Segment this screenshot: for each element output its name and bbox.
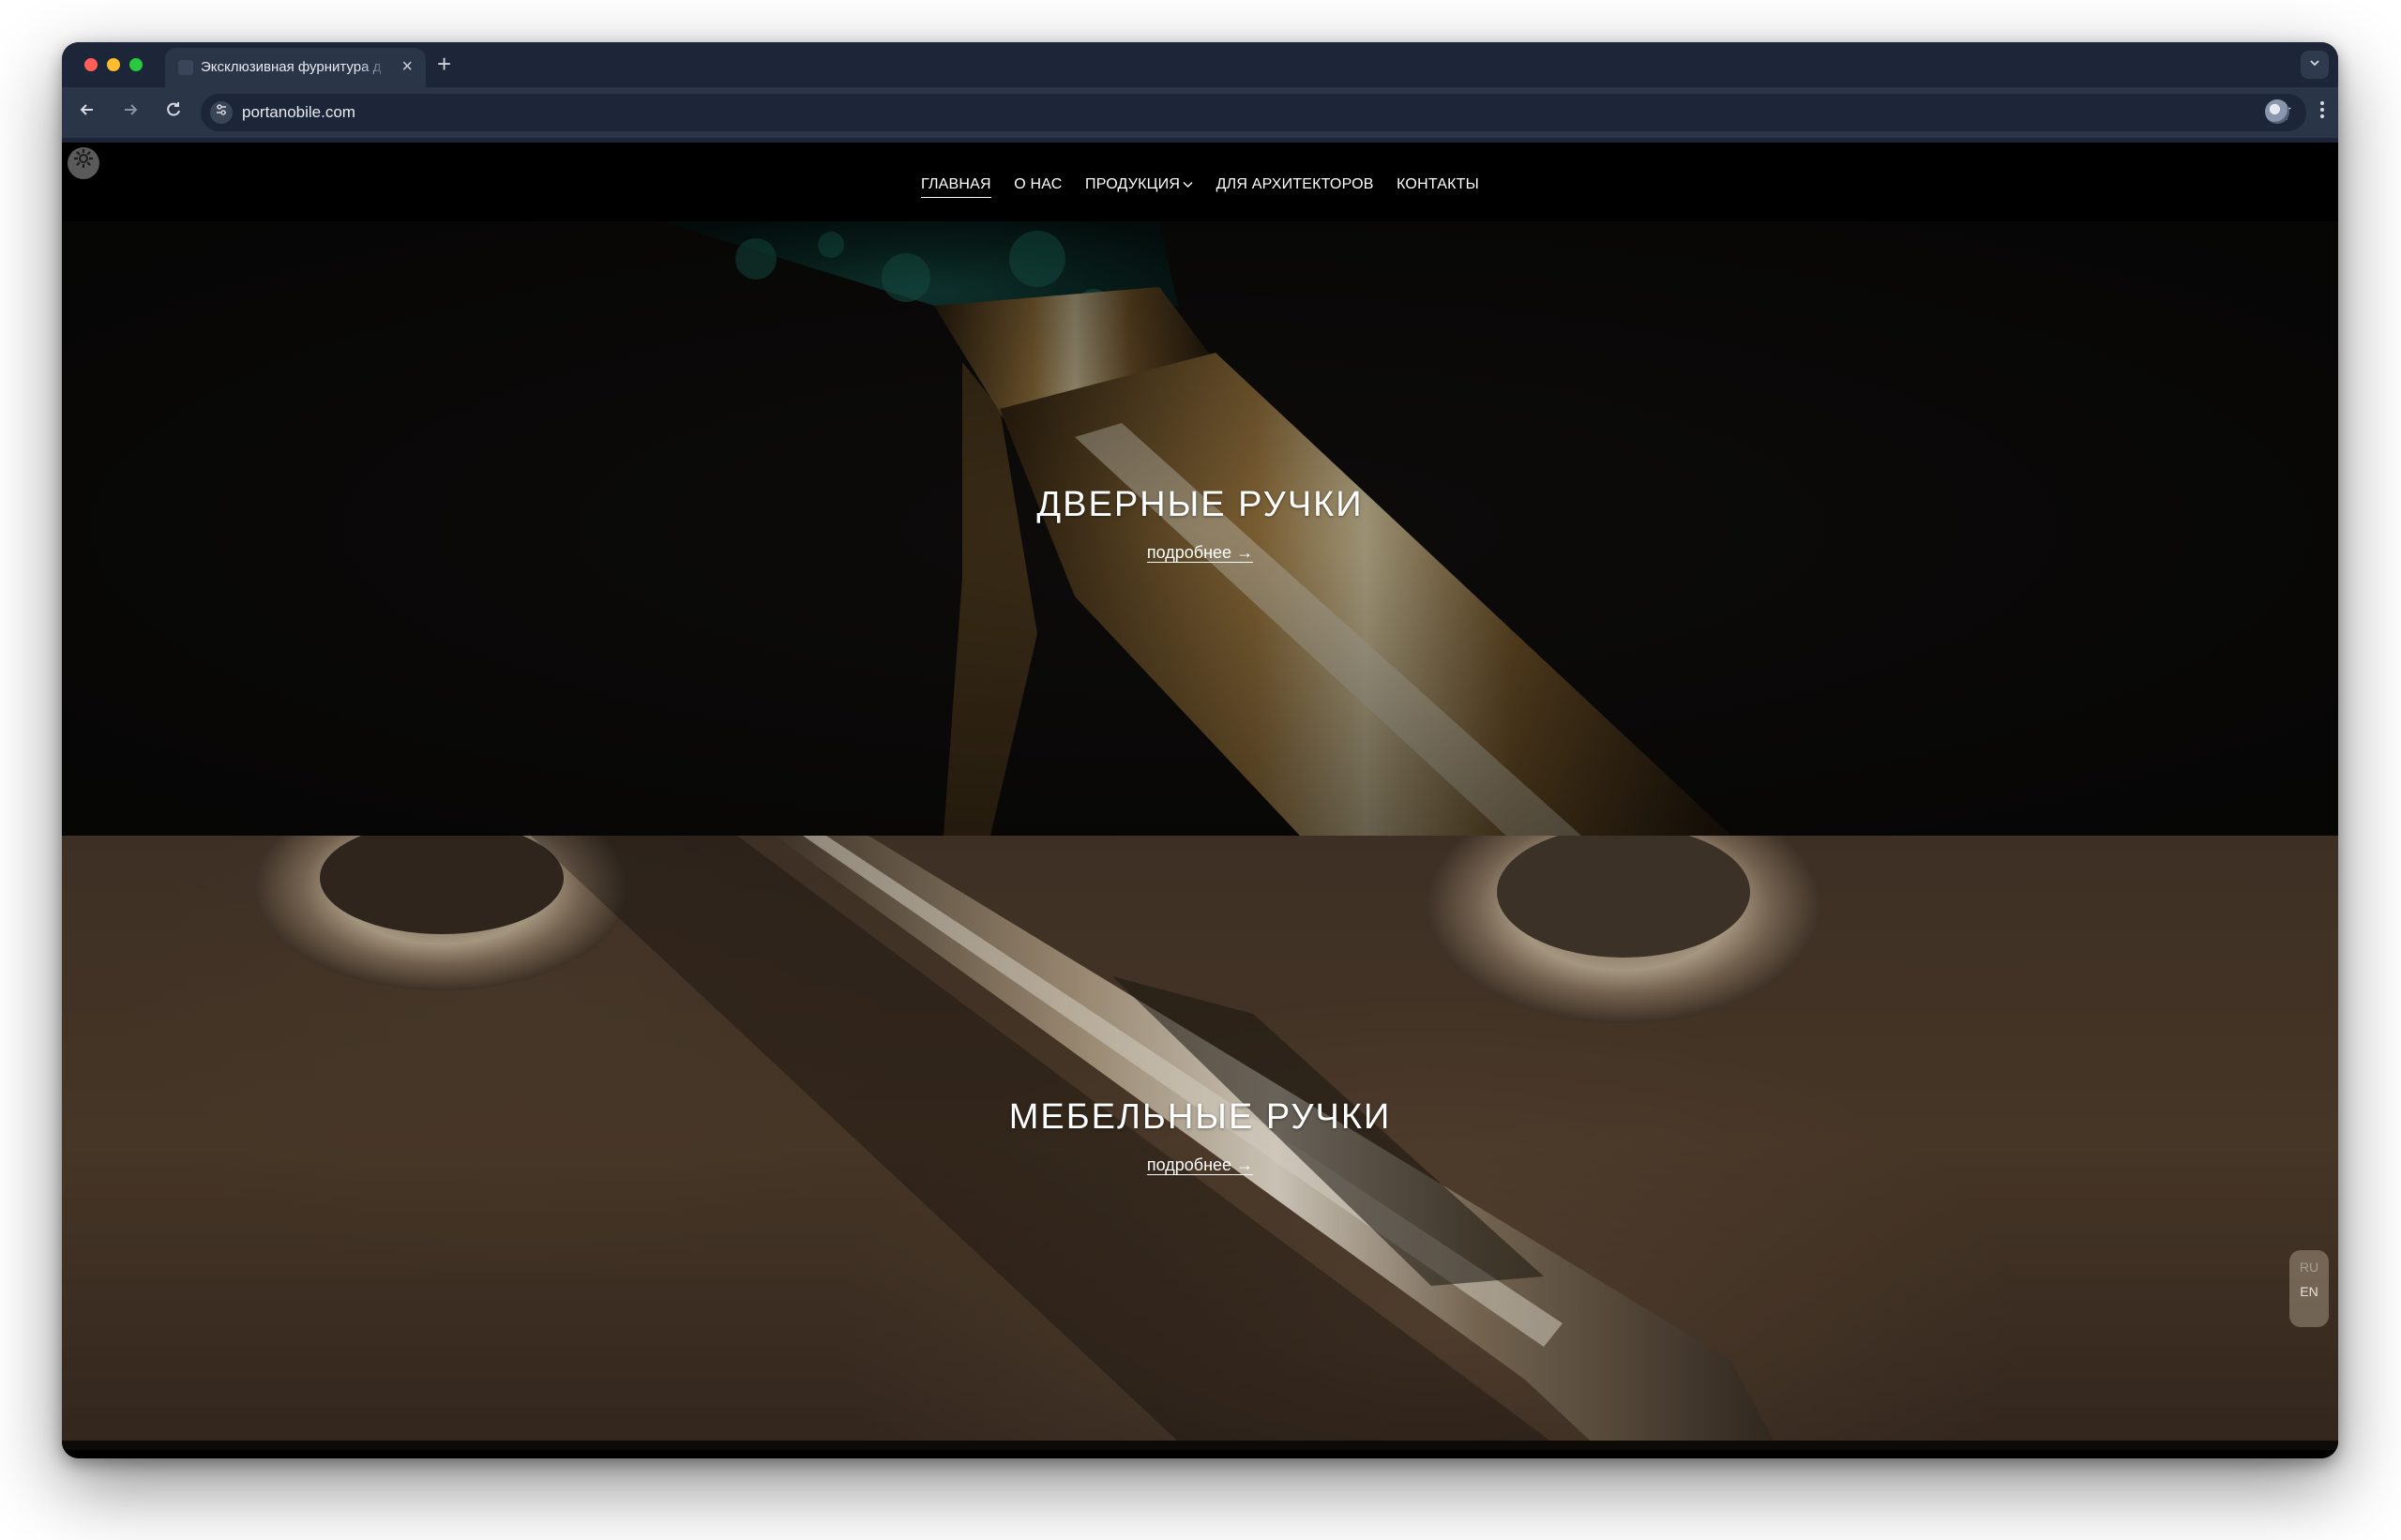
more-link-label[interactable]: подробнее → [1147, 543, 1253, 562]
language-switcher[interactable]: RU EN [2289, 1250, 2329, 1327]
chevron-down-icon [2310, 60, 2319, 67]
nav-item-home[interactable]: ГЛАВНАЯ [920, 176, 991, 198]
chevron-down-icon [1183, 178, 1193, 191]
web-page: ГЛАВНАЯ О НАС ПРОДУКЦИЯ ДЛЯ АРХИТЕКТОРОВ… [62, 143, 2338, 1458]
tab-strip: Эксклюзивная фурнитура д × + [62, 42, 2338, 87]
section-bottom-edge [62, 1441, 2338, 1450]
tune-icon[interactable] [210, 101, 233, 124]
furniture-handles-section[interactable]: МЕБЕЛЬНЫЕ РУЧКИ подробнее → [62, 836, 2338, 1450]
more-link[interactable]: подробнее → [62, 1155, 2338, 1175]
furniture-handle-image [62, 836, 2338, 1450]
nav-item-architects[interactable]: ДЛЯ АРХИТЕКТОРОВ [1216, 176, 1374, 197]
reload-icon [167, 102, 180, 116]
address-bar[interactable]: portanobile.com [201, 94, 2306, 131]
nav-item-products-label: ПРОДУКЦИЯ [1085, 176, 1181, 192]
profile-avatar[interactable] [2265, 99, 2289, 124]
site-header: ГЛАВНАЯ О НАС ПРОДУКЦИЯ ДЛЯ АРХИТЕКТОРОВ… [62, 143, 2338, 221]
door-handles-section[interactable]: ДВЕРНЫЕ РУЧКИ подробнее → [62, 221, 2338, 836]
url-text[interactable]: portanobile.com [242, 103, 355, 122]
tab-search-button[interactable] [2301, 51, 2329, 79]
new-tab-button[interactable]: + [437, 50, 451, 78]
section-title: ДВЕРНЫЕ РУЧКИ [1036, 485, 1364, 524]
arrow-right-icon [125, 104, 138, 115]
browser-tab[interactable]: Эксклюзивная фурнитура д × [165, 48, 426, 87]
close-window-button[interactable] [84, 58, 98, 71]
gear-icon[interactable] [68, 147, 99, 179]
lang-option-en[interactable]: EN [2289, 1284, 2329, 1299]
minimize-window-button[interactable] [107, 58, 120, 71]
main-nav: ГЛАВНАЯ О НАС ПРОДУКЦИЯ ДЛЯ АРХИТЕКТОРОВ… [62, 176, 2338, 198]
browser-window: Эксклюзивная фурнитура д × + portanobile… [62, 42, 2338, 1458]
arrow-left-icon [80, 104, 93, 115]
nav-item-about[interactable]: О НАС [1014, 176, 1062, 197]
door-handle-image [62, 221, 2338, 836]
maximize-window-button[interactable] [129, 58, 143, 71]
section-title: МЕБЕЛЬНЫЕ РУЧКИ [1008, 1097, 1392, 1137]
browser-toolbar: portanobile.com [62, 87, 2338, 138]
nav-item-contacts[interactable]: КОНТАКТЫ [1397, 176, 1479, 197]
forward-button[interactable] [116, 98, 144, 127]
nav-item-products[interactable]: ПРОДУКЦИЯ [1085, 176, 1193, 197]
favicon-icon [178, 60, 193, 75]
tab-title: Эксклюзивная фурнитура д [201, 59, 382, 75]
kebab-icon[interactable] [2319, 99, 2325, 127]
more-link-label[interactable]: подробнее → [1147, 1155, 1253, 1174]
back-button[interactable] [73, 98, 101, 127]
reload-button[interactable] [159, 98, 188, 127]
lang-option-ru[interactable]: RU [2289, 1260, 2329, 1275]
more-link[interactable]: подробнее → [62, 543, 2338, 563]
tab-close-icon[interactable]: × [401, 56, 413, 77]
